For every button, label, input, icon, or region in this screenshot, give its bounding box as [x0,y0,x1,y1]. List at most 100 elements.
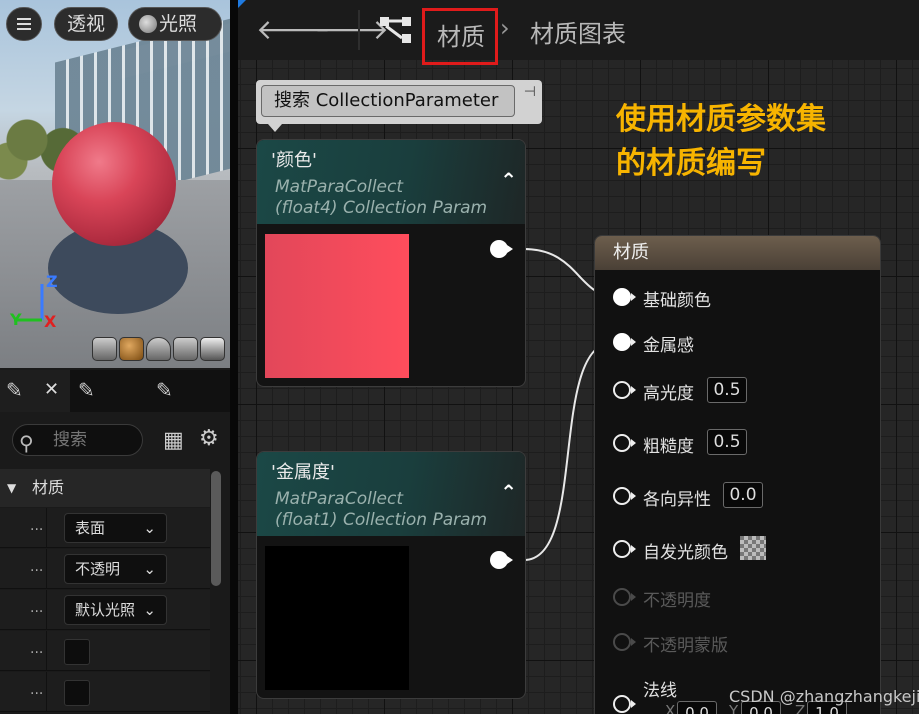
details-scrollbar[interactable] [211,471,221,586]
watermark: CSDN @zhangzhangkeji [729,687,919,706]
pin-dot [613,487,631,505]
dropdown-value: 表面 [75,519,106,537]
breadcrumb-material-label: 材质 [437,23,485,51]
hamburger-icon [17,18,31,20]
output-pin[interactable] [490,551,513,569]
input-pin-metallic[interactable] [613,333,636,353]
pin-icon[interactable]: ⊣ [524,84,536,100]
pin-arrow [631,700,636,708]
shading-model-dropdown[interactable]: 默认光照 ⌄ [64,595,167,625]
annotation-line-1: 使用材质参数集 [616,102,826,137]
graph-toolbar: 🡐 🡒 材质 › 材质图表 [238,0,919,65]
property-row: ... [0,631,210,671]
property-checkbox[interactable] [64,639,90,665]
input-pin-roughness[interactable] [613,434,636,454]
dropdown-value: 不透明 [75,560,121,578]
property-name: ... [30,682,44,698]
pin-arrow [631,338,636,346]
color-preview-swatch [265,234,409,378]
normal-x-field[interactable]: 0.0 [677,701,717,714]
close-icon[interactable]: ✕ [44,370,59,410]
breadcrumb-material[interactable]: 材质 [422,8,498,65]
anisotropy-value-field[interactable]: 0.0 [723,482,763,508]
pin-arrow [631,293,636,301]
panel-splitter[interactable] [230,0,238,714]
gear-icon[interactable]: ⚙ [199,426,219,451]
roughness-value-field[interactable]: 0.5 [707,429,747,455]
property-name: ... [30,518,44,534]
pencil-icon: ✎ [78,378,95,402]
lighting-label: 光照 [159,13,198,35]
pencil-icon: ✎ [6,378,23,402]
row-divider [46,549,47,589]
input-pin-emissive[interactable] [613,540,636,560]
row-divider [46,672,47,712]
tab-details[interactable]: ✎ ✕ [0,370,70,412]
input-pin-specular[interactable] [613,381,636,401]
node-subtitle: (float4) Collection Param [275,198,488,218]
plane-icon[interactable] [146,337,171,361]
input-label: 不透明蒙版 [643,636,728,656]
chevron-down-icon: ⌄ [140,596,156,624]
node-title: '金属度' [271,462,335,483]
material-domain-dropdown[interactable]: 表面 ⌄ [64,513,167,543]
param-node-color[interactable]: '颜色' MatParaCollect (float4) Collection … [256,139,526,387]
property-checkbox[interactable] [64,680,90,706]
node-header: '金属度' MatParaCollect (float1) Collection… [257,452,525,536]
pin-arrow [631,439,636,447]
chevron-down-icon: ⌄ [143,519,156,537]
tab-details-2[interactable]: ✎ [78,370,118,412]
node-search-popup[interactable]: 搜索 CollectionParameter ⊣ [256,80,542,124]
breadcrumb-material-graph[interactable]: 材质图表 [530,14,626,49]
dropdown-value: 默认光照 [75,601,136,619]
input-label: 自发光颜色 [643,543,728,563]
tab-details-3[interactable]: ✎ [156,370,196,412]
node-header: '颜色' MatParaCollect (float4) Collection … [257,140,525,224]
pin-dot [613,333,631,351]
param-node-metallic[interactable]: '金属度' MatParaCollect (float1) Collection… [256,451,526,699]
table-view-icon[interactable]: ▦ [163,428,184,453]
lighting-icon [139,15,157,33]
material-preview-viewport[interactable]: 透视 光照 Z Y X [0,0,230,368]
axis-gizmo: Z Y X [6,272,66,334]
property-row: ... [0,672,210,712]
node-title: 材质 [595,236,880,270]
viewport-menu-button[interactable] [6,7,42,41]
material-graph-canvas[interactable]: 🡐 🡒 材质 › 材质图表 搜索 CollectionParameter ⊣ 使… [238,0,919,714]
details-tab-bar: ✎ ✕ ✎ ✎ [0,370,230,412]
category-label: 材质 [32,478,65,497]
input-pin-base-color[interactable] [613,288,636,308]
emissive-color-swatch[interactable] [740,536,766,560]
teapot-icon[interactable] [200,337,225,361]
lighting-button[interactable]: 光照 [128,7,222,41]
annotation-line-2: 的材质编写 [616,146,766,181]
property-name: ... [30,641,44,657]
node-title: '颜色' [271,150,317,171]
collapse-caret-icon[interactable]: ⌃ [500,168,517,192]
collapse-caret-icon[interactable]: ⌃ [500,480,517,504]
row-divider [46,508,47,548]
details-search-input[interactable]: ⚲ 搜索 [12,424,143,456]
pin-arrow [631,638,636,646]
cylinder-icon[interactable] [92,337,117,361]
pin-arrow [631,593,636,601]
input-pin-opacity [613,588,636,608]
input-pin-opacity-mask [613,633,636,653]
vector-x-label: X [665,702,676,714]
pin-dot [613,588,631,606]
node-search-input[interactable]: 搜索 CollectionParameter [261,85,515,117]
preview-shape-bar [92,337,228,363]
perspective-button[interactable]: 透视 [54,7,118,41]
input-pin-anisotropy[interactable] [613,487,636,507]
input-pin-normal[interactable] [613,695,636,714]
sphere-icon[interactable] [119,337,144,361]
popup-pointer [268,124,282,132]
material-result-node[interactable]: 材质 基础颜色 金属感 高光度 0.5 粗糙度 0.5 各向异性 0.0 自发光… [594,235,881,714]
blend-mode-dropdown[interactable]: 不透明 ⌄ [64,554,167,584]
output-pin[interactable] [490,240,513,258]
cube-icon[interactable] [173,337,198,361]
graph-hierarchy-icon[interactable] [378,14,414,46]
axis-x-label: X [44,312,57,331]
category-header-material[interactable]: ▼ 材质 [0,469,210,507]
specular-value-field[interactable]: 0.5 [707,377,747,403]
